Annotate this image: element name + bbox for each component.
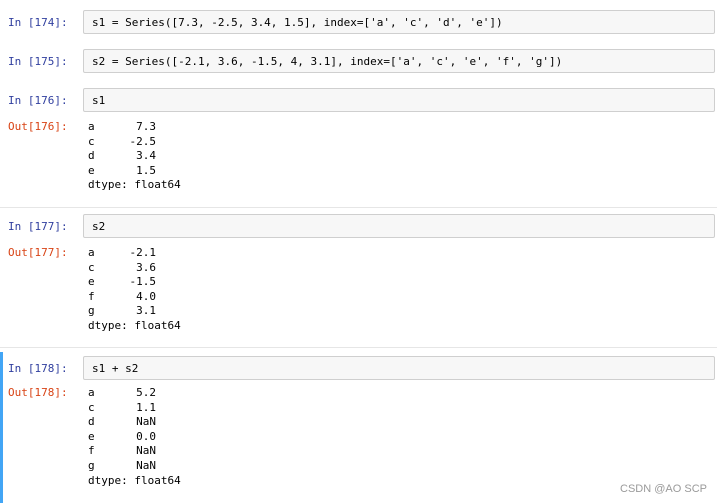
input-prompt: In [178]:: [8, 362, 68, 375]
series-row: f NaN: [88, 444, 156, 458]
output-area: Out[176]: a 7.3 c -2.5 d 3.4 e 1.5 dtype: fl…: [0, 112, 717, 212]
output-prompt: Out[178]:: [8, 386, 68, 399]
series-row: a 5.2: [88, 386, 156, 399]
notebook-cell-177[interactable]: In [177]: s2 Out[177]: a -2.1 c 3.6 e -1.5 …: [0, 214, 717, 346]
code-text: s1 = Series([7.3, -2.5, 3.4, 1.5], index…: [92, 16, 503, 29]
series-row: a 7.3: [88, 120, 156, 133]
series-row: a -2.1: [88, 246, 156, 259]
watermark: CSDN @AO SCP: [620, 483, 707, 495]
code-text: s1: [92, 94, 106, 107]
notebook-cell-174[interactable]: In [174]: s1 = Series([7.3, -2.5, 3.4, 1…: [0, 10, 717, 34]
series-row: d 3.4: [88, 149, 156, 163]
series-row: c 3.6: [88, 260, 156, 274]
dtype-line: dtype: float64: [88, 318, 181, 332]
series-row: f 4.0: [88, 289, 156, 303]
series-row: c -2.5: [88, 134, 156, 148]
output-prompt: Out[177]:: [8, 246, 68, 259]
code-text: s2: [92, 220, 106, 233]
input-prompt: In [174]:: [8, 16, 68, 29]
input-prompt: In [175]:: [8, 55, 68, 68]
output-prompt: Out[176]:: [8, 120, 68, 133]
code-input[interactable]: s2: [83, 214, 715, 238]
code-text: s1 + s2: [92, 362, 139, 375]
cell-separator: [0, 347, 717, 348]
input-prompt: In [176]:: [8, 94, 68, 107]
code-input[interactable]: s2 = Series([-2.1, 3.6, -1.5, 4, 3.1], i…: [83, 49, 715, 73]
output-area: Out[177]: a -2.1 c 3.6 e -1.5 f 4.0 g 3.1 dty…: [0, 238, 717, 346]
notebook-cell-178[interactable]: In [178]: s1 + s2 Out[178]: a 5.2 c 1.1 dN…: [0, 352, 717, 503]
input-prompt: In [177]:: [8, 220, 68, 233]
series-row: e 0.0: [88, 429, 156, 443]
series-row: e 1.5: [88, 163, 156, 177]
code-input[interactable]: s1 + s2: [83, 356, 715, 380]
series-row: c 1.1: [88, 400, 156, 414]
output-area: Out[178]: a 5.2 c 1.1 d NaN e 0.0 f NaN g NaN …: [0, 380, 717, 500]
series-row: d NaN: [88, 415, 156, 429]
code-input[interactable]: s1 = Series([7.3, -2.5, 3.4, 1.5], index…: [83, 10, 715, 34]
series-row: e -1.5: [88, 275, 156, 289]
cell-separator: [0, 207, 717, 208]
series-row: g 3.1: [88, 304, 156, 318]
series-row: g NaN: [88, 458, 156, 472]
notebook-cell-175[interactable]: In [175]: s2 = Series([-2.1, 3.6, -1.5, …: [0, 49, 717, 73]
code-input[interactable]: s1: [83, 88, 715, 112]
code-text: s2 = Series([-2.1, 3.6, -1.5, 4, 3.1], i…: [92, 55, 563, 68]
dtype-line: dtype: float64: [88, 178, 181, 192]
dtype-line: dtype: float64: [88, 473, 181, 487]
notebook-cell-176[interactable]: In [176]: s1 Out[176]: a 7.3 c -2.5 d 3.4 e…: [0, 88, 717, 212]
